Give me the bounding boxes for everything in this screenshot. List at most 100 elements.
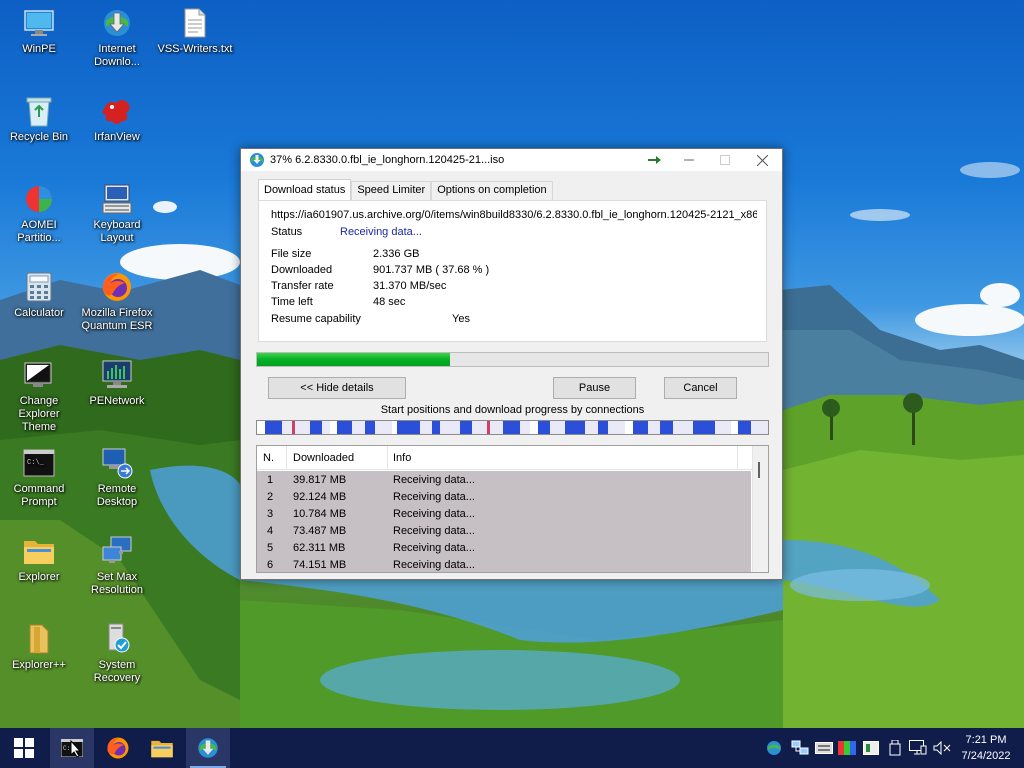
window-title: 37% 6.2.8330.0.fbl_ie_longhorn.120425-21… <box>270 154 505 166</box>
connection-segment <box>625 421 633 434</box>
pause-button[interactable]: Pause <box>553 377 636 399</box>
cell-info: Receiving data... <box>393 474 475 486</box>
minimize-button[interactable] <box>671 149 707 171</box>
cell-downloaded: 73.487 MB <box>293 525 347 537</box>
idm-icon <box>100 6 134 40</box>
status-label: Status <box>271 226 303 238</box>
download-progress-window: 37% 6.2.8330.0.fbl_ie_longhorn.120425-21… <box>240 148 783 580</box>
taskbar-explorer-button[interactable] <box>140 728 184 768</box>
maximize-button[interactable] <box>707 149 743 171</box>
desktop-icon-remote-desktop[interactable]: Remote Desktop <box>78 446 156 509</box>
table-row[interactable]: 1 39.817 MB Receiving data... <box>257 472 751 489</box>
column-header-downloaded[interactable]: Downloaded <box>293 452 354 464</box>
desktop-icon-set-max-resolution[interactable]: Set Max Resolution <box>78 534 156 597</box>
desktop-icon-aomei[interactable]: AOMEI Partitio... <box>0 182 78 245</box>
hide-details-button[interactable]: << Hide details <box>268 377 406 399</box>
connection-segment <box>337 421 353 434</box>
close-icon <box>756 154 768 166</box>
desktop-icon-penetwork[interactable]: PENetwork <box>78 358 156 408</box>
connection-segment <box>329 421 338 434</box>
table-row[interactable]: 6 74.151 MB Receiving data... <box>257 557 751 572</box>
connection-segment <box>309 421 323 434</box>
list-scrollbar[interactable] <box>752 446 768 572</box>
tray-monitor[interactable] <box>907 728 929 768</box>
tab-speed-limiter[interactable]: Speed Limiter <box>351 181 432 200</box>
minimize-to-tray-icon[interactable] <box>637 149 673 171</box>
desktop-icon-label: Remote Desktop <box>96 483 138 508</box>
cmd-icon: C:\_ <box>22 446 56 480</box>
desktop-icon-explorerpp[interactable]: Explorer++ <box>0 622 78 672</box>
resume-capability-value: Yes <box>452 313 470 325</box>
table-row[interactable]: 4 73.487 MB Receiving data... <box>257 523 751 540</box>
downloaded-label: Downloaded <box>271 264 333 276</box>
connection-segment <box>264 421 283 434</box>
tray-keyboard[interactable] <box>813 728 835 768</box>
taskbar-cmd-button[interactable]: C:\ <box>50 728 94 768</box>
desktop-icon-label: Recycle Bin <box>9 131 69 143</box>
desktop-icon-calculator[interactable]: Calculator <box>0 270 78 320</box>
desktop-icon-recycle-bin[interactable]: Recycle Bin <box>0 94 78 144</box>
explorerpp-icon <box>22 622 56 656</box>
desktop-icon-system-recovery[interactable]: System Recovery <box>78 622 156 685</box>
desktop-icon-command-prompt[interactable]: C:\_ Command Prompt <box>0 446 78 509</box>
desktop-icon-change-explorer-theme[interactable]: Change Explorer Theme <box>0 358 78 434</box>
taskbar-firefox-button[interactable] <box>96 728 140 768</box>
desktop-icon-vss-writers[interactable]: VSS-Writers.txt <box>156 6 234 56</box>
desktop-icon-irfanview[interactable]: IrfanView <box>78 94 156 144</box>
download-status-panel: https://ia601907.us.archive.org/0/items/… <box>258 200 767 342</box>
connection-segment <box>472 421 488 434</box>
connection-segment <box>419 421 433 434</box>
cell-info: Receiving data... <box>393 525 475 537</box>
close-button[interactable] <box>744 149 780 171</box>
table-row[interactable]: 2 92.124 MB Receiving data... <box>257 489 751 506</box>
taskbar-idm-button[interactable] <box>186 728 230 768</box>
tray-usb[interactable] <box>884 728 906 768</box>
network-tray-icon <box>791 740 809 755</box>
connections-list: N. Downloaded Info 1 39.817 MB Receiving… <box>256 445 769 573</box>
transfer-rate-label: Transfer rate <box>271 280 334 292</box>
firefox-icon <box>100 270 134 304</box>
connection-segment <box>692 421 716 434</box>
desktop-icon-label: Explorer <box>18 571 60 583</box>
tray-display[interactable] <box>860 728 882 768</box>
calculator-icon <box>22 270 56 304</box>
tab-download-status[interactable]: Download status <box>258 179 352 200</box>
scrollbar-thumb[interactable] <box>758 462 760 478</box>
connection-segment <box>397 421 420 434</box>
tray-idm[interactable] <box>763 728 785 768</box>
cell-n: 2 <box>267 491 274 503</box>
taskbar: C:\ 7:21 PM 7/24/2022 <box>0 728 1024 768</box>
display-tray-icon <box>863 741 879 755</box>
desktop-icon-label: AOMEI Partitio... <box>17 219 61 244</box>
desktop-icon-keyboard-layout[interactable]: Keyboard Layout <box>78 182 156 245</box>
cancel-button[interactable]: Cancel <box>664 377 737 399</box>
tray-color[interactable] <box>836 728 858 768</box>
desktop-icon-firefox[interactable]: Mozilla Firefox Quantum ESR <box>78 270 156 333</box>
table-row[interactable]: 3 10.784 MB Receiving data... <box>257 506 751 523</box>
cell-downloaded: 62.311 MB <box>293 542 346 554</box>
connection-segment <box>530 421 538 434</box>
window-titlebar[interactable]: 37% 6.2.8330.0.fbl_ie_longhorn.120425-21… <box>241 149 782 171</box>
downloaded-value: 901.737 MB ( 37.68 % ) <box>373 264 490 276</box>
start-button[interactable] <box>2 728 46 768</box>
desktop-icon-idm[interactable]: Internet Downlo... <box>78 6 156 69</box>
table-row[interactable]: 5 62.311 MB Receiving data... <box>257 540 751 557</box>
monitor-tray-icon <box>909 740 927 755</box>
desktop-icon-explorer[interactable]: Explorer <box>0 534 78 584</box>
taskbar-clock[interactable]: 7:21 PM 7/24/2022 <box>956 732 1016 764</box>
cell-n: 6 <box>267 559 274 571</box>
tray-volume[interactable] <box>931 728 953 768</box>
desktop-icon-label: Explorer++ <box>12 659 66 671</box>
tray-network[interactable] <box>789 728 811 768</box>
tab-options-on-completion[interactable]: Options on completion <box>431 181 553 200</box>
transfer-rate-value: 31.370 MB/sec <box>373 280 447 292</box>
connection-segment <box>459 421 473 434</box>
firefox-icon <box>107 737 129 759</box>
column-header-n[interactable]: N. <box>263 452 274 464</box>
column-header-info[interactable]: Info <box>393 452 411 464</box>
desktop-icon-label: IrfanView <box>94 131 140 143</box>
connection-segment <box>352 421 365 434</box>
desktop-icon-winpe[interactable]: WinPE <box>0 6 78 56</box>
start-icon <box>14 738 34 758</box>
desktop-icon-label: Mozilla Firefox Quantum ESR <box>81 307 153 332</box>
